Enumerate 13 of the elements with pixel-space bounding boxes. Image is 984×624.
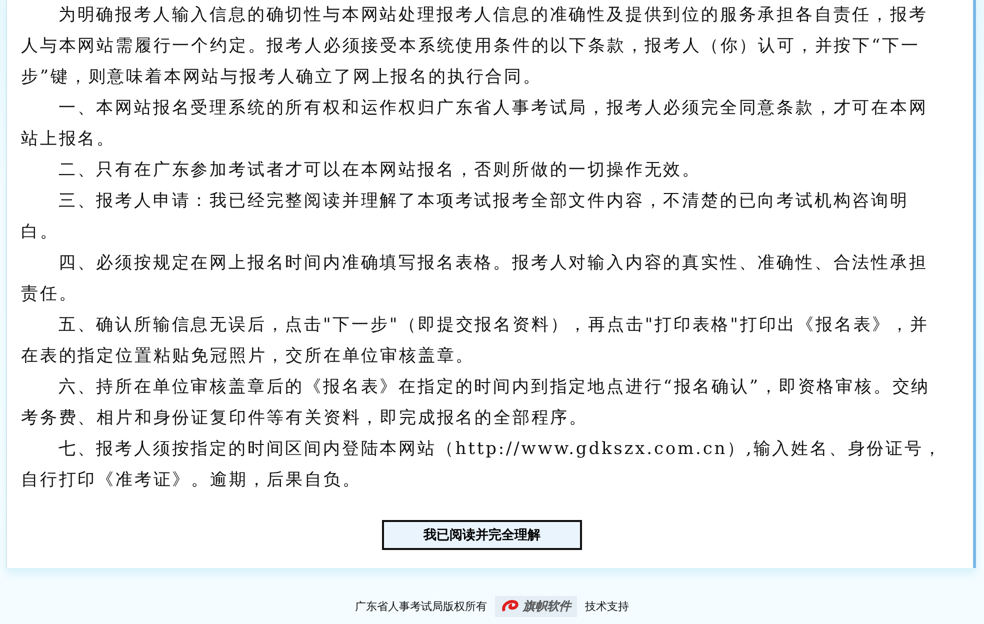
agreement-paragraph: 七、报考人须按指定的时间区间内登陆本网站（http://www.gdkszx.com.cn）,输入姓名、身份证号，自行打印《准考证》。逾期，后果自负。 — [21, 438, 943, 492]
agreement-paragraph: 五、确认所输信息无误后，点击"下一步"（即提交报名资料），再点击"打印表格"打印出《报名表》，并在表的指定位置粘贴免冠照片，交所在单位审核盖章。 — [21, 314, 930, 368]
agreement-paragraph: 一、本网站报名受理系统的所有权和运作权归广东省人事考试局，报考人必须完全同意条款，才可在本网站上报名。 — [21, 97, 929, 151]
support-text: 技术支持 — [585, 599, 629, 614]
confirm-button[interactable]: 我已阅读并完全理解 — [382, 520, 582, 550]
agreement-paragraph: 二、只有在广东参加考试者才可以在本网站报名，否则所做的一切操作无效。 — [57, 159, 702, 182]
logo-text: 旗帜软件 — [523, 598, 571, 615]
agreement-paragraph: 四、必须按规定在网上报名时间内准确填写报名表格。报考人对输入内容的真实性、准确性、合法性承担责任。 — [21, 252, 929, 306]
agreement-paragraph: 为明确报考人输入信息的确切性与本网站处理报考人信息的准确性及提供到位的服务承担各自责任，报考人与本网站需履行一个约定。报考人必须接受本系统使用条件的以下条款，报考人（你）认可，并按下“下一步”键，则意味着本网站与报考人确立了网上报名的执行合同。 — [21, 4, 929, 89]
swirl-icon — [501, 598, 521, 614]
copyright-text: 广东省人事考试局版权所有 — [355, 599, 487, 614]
agreement-paragraph: 六、持所在单位审核盖章后的《报名表》在指定的时间内到指定地点进行“报名确认”，即资格审核。交纳考务费、相片和身份证复印件等有关资料，即完成报名的全部程序。 — [21, 376, 932, 430]
agreement-paragraph: 三、报考人申请：我已经完整阅读并理解了本项考试报考全部文件内容，不清楚的已向考试机构咨询明白。 — [21, 190, 910, 244]
